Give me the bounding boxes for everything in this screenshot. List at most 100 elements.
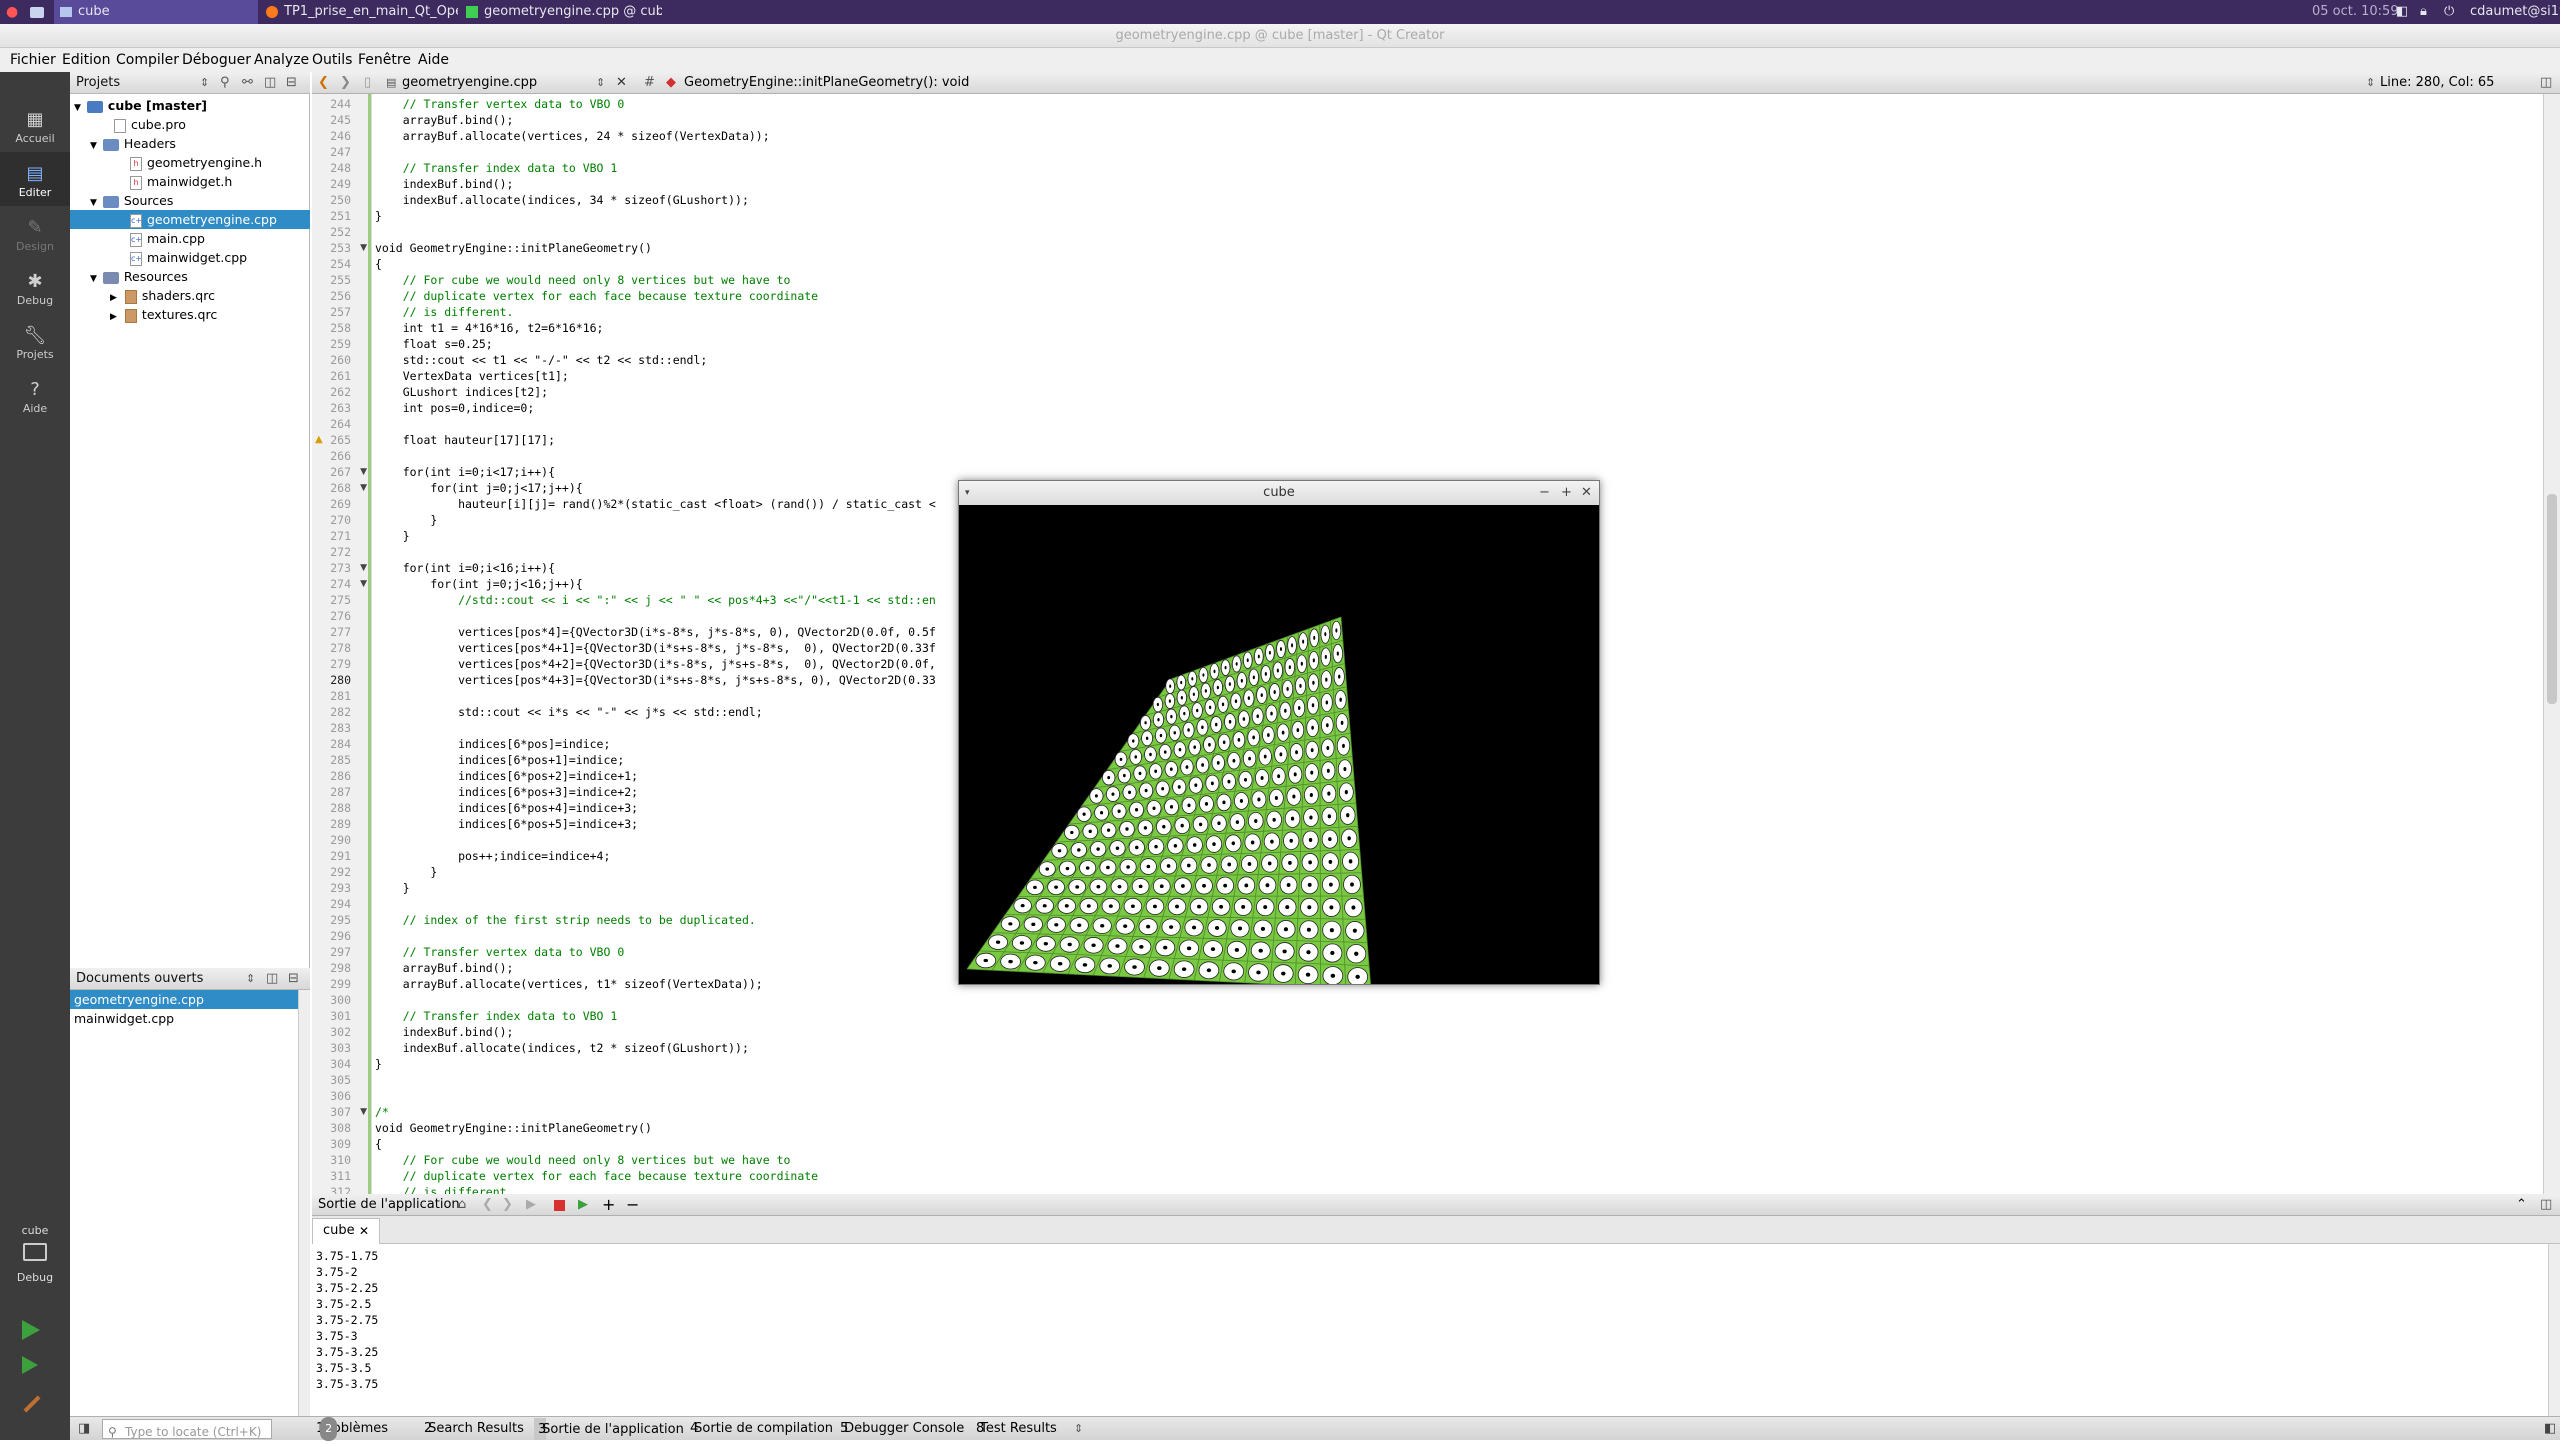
line-number[interactable]: 290: [330, 832, 351, 848]
stop-icon[interactable]: [554, 1200, 565, 1211]
fold-marker-icon[interactable]: ▼: [360, 576, 367, 592]
line-number[interactable]: 276: [330, 608, 351, 624]
line-number[interactable]: 282: [330, 704, 351, 720]
split-icon[interactable]: ◫: [264, 72, 276, 94]
minimize-icon[interactable]: −: [1539, 481, 1550, 505]
open-docs-scrollbar[interactable]: [298, 990, 310, 1418]
distro-menu-icon[interactable]: ●: [6, 0, 18, 24]
warning-icon[interactable]: ▲: [315, 432, 323, 448]
line-number[interactable]: 278: [330, 640, 351, 656]
debug-run-button[interactable]: [22, 1356, 38, 1374]
back-arrow-icon[interactable]: ❮: [318, 72, 329, 94]
tree-item-sources[interactable]: ▼ Sources: [90, 191, 173, 210]
kit-selector[interactable]: cube Debug: [0, 1224, 70, 1284]
line-number[interactable]: 280: [330, 672, 351, 688]
line-number[interactable]: 312: [330, 1184, 351, 1194]
line-number[interactable]: 297: [330, 944, 351, 960]
tree-item-main-cpp[interactable]: c+ main.cpp: [130, 229, 205, 248]
menu-fichier[interactable]: Fichier: [10, 48, 56, 72]
chevron-updown-icon[interactable]: ⇕: [200, 72, 209, 94]
mode-projets[interactable]: 🔧︎ Projets: [0, 314, 70, 368]
locator-input[interactable]: ⚲ Type to locate (Ctrl+K): [102, 1419, 272, 1439]
cube-app-window[interactable]: ▾ cube − + ✕: [958, 480, 1600, 985]
line-number[interactable]: 268: [330, 480, 351, 496]
line-number[interactable]: 299: [330, 976, 351, 992]
line-number[interactable]: 277: [330, 624, 351, 640]
chevron-updown-icon[interactable]: ⇕: [596, 72, 605, 94]
lock-icon[interactable]: ▯: [364, 72, 371, 94]
hash-icon[interactable]: #: [644, 72, 655, 94]
lock-icon[interactable]: 🔒︎: [2420, 0, 2427, 24]
line-number[interactable]: 292: [330, 864, 351, 880]
previous-item-icon[interactable]: ❮: [482, 1194, 493, 1216]
forward-arrow-icon[interactable]: ❯: [340, 72, 351, 94]
line-number[interactable]: 293: [330, 880, 351, 896]
line-number[interactable]: 267: [330, 464, 351, 480]
line-number[interactable]: 261: [330, 368, 351, 384]
line-number[interactable]: 291: [330, 848, 351, 864]
mode-debug[interactable]: ✱ Debug: [0, 260, 70, 314]
line-number[interactable]: 259: [330, 336, 351, 352]
line-number[interactable]: 303: [330, 1040, 351, 1056]
line-number[interactable]: 309: [330, 1136, 351, 1152]
menu-edition[interactable]: Edition: [62, 48, 110, 72]
close-tab-icon[interactable]: ✕: [359, 1219, 369, 1243]
close-file-icon[interactable]: ✕: [616, 72, 627, 94]
chevron-updown-icon[interactable]: ⇕: [2366, 72, 2375, 94]
menu-aide[interactable]: Aide: [418, 48, 449, 72]
maximize-pane-icon[interactable]: ⌃: [2516, 1194, 2527, 1216]
line-number[interactable]: 254: [330, 256, 351, 272]
network-icon[interactable]: ◧: [2396, 0, 2408, 24]
line-number[interactable]: 250: [330, 192, 351, 208]
zoom-out-icon[interactable]: −: [626, 1194, 639, 1216]
output-scrollbar[interactable]: [2548, 1244, 2560, 1416]
line-number[interactable]: 252: [330, 224, 351, 240]
line-number[interactable]: 308: [330, 1120, 351, 1136]
fold-marker-icon[interactable]: ▼: [360, 1104, 367, 1120]
line-number[interactable]: 260: [330, 352, 351, 368]
line-number[interactable]: 281: [330, 688, 351, 704]
tree-item-resources[interactable]: ▼ Resources: [90, 267, 188, 286]
pane-button-debugger-console[interactable]: 5 Debugger Console: [840, 1417, 964, 1441]
line-number[interactable]: 255: [330, 272, 351, 288]
pane-button-problems[interactable]: 1 Problèmes 2: [316, 1417, 388, 1441]
line-number[interactable]: 258: [330, 320, 351, 336]
taskbar-app-cube[interactable]: cube: [54, 0, 258, 24]
line-number[interactable]: 305: [330, 1072, 351, 1088]
menu-deboguer[interactable]: Déboguer: [182, 48, 251, 72]
line-number[interactable]: 288: [330, 800, 351, 816]
tree-item-geometryengine-h[interactable]: h geometryengine.h: [130, 153, 262, 172]
line-number[interactable]: 272: [330, 544, 351, 560]
line-number[interactable]: 310: [330, 1152, 351, 1168]
line-number[interactable]: 295: [330, 912, 351, 928]
mode-editer[interactable]: ▤ Editer: [0, 152, 70, 206]
line-number[interactable]: 251: [330, 208, 351, 224]
line-number[interactable]: 286: [330, 768, 351, 784]
line-number[interactable]: 264: [330, 416, 351, 432]
line-number[interactable]: 248: [330, 160, 351, 176]
line-number[interactable]: 275: [330, 592, 351, 608]
scrollbar-thumb[interactable]: [2547, 494, 2557, 704]
line-number[interactable]: 307: [330, 1104, 351, 1120]
current-file-selector[interactable]: geometryengine.cpp: [402, 72, 537, 94]
line-number[interactable]: 245: [330, 112, 351, 128]
chevron-updown-icon[interactable]: ⇕: [246, 968, 255, 990]
line-number[interactable]: 301: [330, 1008, 351, 1024]
user-name[interactable]: cdaumet@si19: [2470, 0, 2560, 24]
tree-item-shaders-qrc[interactable]: ▶ shaders.qrc: [110, 286, 215, 305]
function-selector[interactable]: GeometryEngine::initPlaneGeometry(): voi…: [684, 72, 969, 94]
tree-item-mainwidget-h[interactable]: h mainwidget.h: [130, 172, 232, 191]
line-number[interactable]: 265: [330, 432, 351, 448]
zoom-in-icon[interactable]: +: [602, 1194, 615, 1216]
line-number[interactable]: 300: [330, 992, 351, 1008]
clear-output-icon[interactable]: ⌂: [458, 1194, 466, 1216]
line-number[interactable]: 256: [330, 288, 351, 304]
menu-analyze[interactable]: Analyze: [254, 48, 309, 72]
open-doc-item[interactable]: mainwidget.cpp: [74, 1009, 174, 1028]
link-icon[interactable]: ⚯: [242, 72, 253, 94]
line-number[interactable]: 283: [330, 720, 351, 736]
output-tab-cube[interactable]: cube ✕: [312, 1218, 380, 1244]
file-manager-icon[interactable]: [30, 0, 46, 24]
line-number[interactable]: 304: [330, 1056, 351, 1072]
taskbar-app-firefox[interactable]: TP1_prise_en_main_Qt_Open...: [262, 0, 458, 24]
